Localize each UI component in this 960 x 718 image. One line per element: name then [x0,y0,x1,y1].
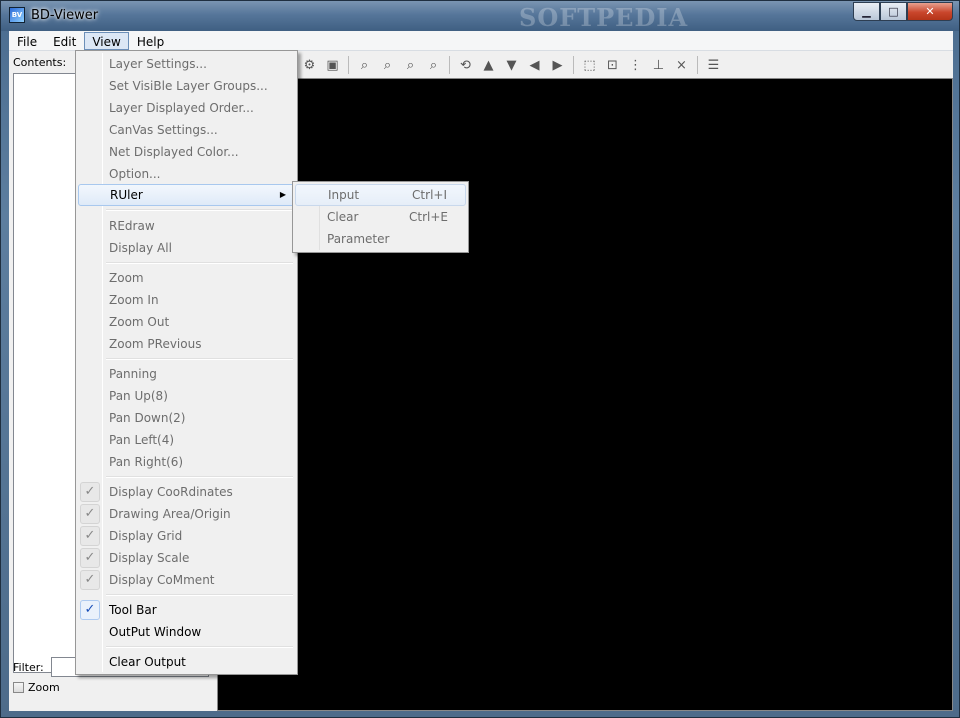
menu-bar: File Edit View Help [9,31,953,51]
menu-file[interactable]: File [9,32,45,50]
x1-icon[interactable]: × [671,55,692,75]
menu-item-redraw[interactable]: REdraw [78,215,295,237]
menu-edit[interactable]: Edit [45,32,84,50]
menu-item-display-grid[interactable]: ✓ Display Grid [78,525,295,547]
toolbar-separator [449,56,450,74]
submenu-item-input[interactable]: Input Ctrl+I [295,184,466,206]
zoom-checkbox[interactable] [13,682,24,693]
check-icon: ✓ [80,548,100,568]
menu-item-pan-left[interactable]: Pan Left(4) [78,429,295,451]
zoom-checkbox-row[interactable]: Zoom [13,681,60,694]
area-icon[interactable]: ⊡ [602,55,623,75]
toolbar-separator [348,56,349,74]
settings-icon[interactable]: ⚙ [299,55,320,75]
menu-separator [106,594,293,596]
zoom-in-icon[interactable]: ⌕ [377,55,398,75]
menu-separator [106,646,293,648]
menu-item-pan-down[interactable]: Pan Down(2) [78,407,295,429]
toolbar-separator [697,56,698,74]
menu-separator [106,358,293,360]
title-bar[interactable]: BV BD-Viewer SOFTPEDIA ▁ □ ✕ [1,1,959,32]
menu-separator [106,262,293,264]
pan-down-icon[interactable]: ▼ [501,55,522,75]
menu-item-label: Tool Bar [109,603,157,617]
check-icon: ✓ [80,504,100,524]
menu-item-clear-output[interactable]: Clear Output [78,651,295,673]
menu-item-pan-right[interactable]: Pan Right(6) [78,451,295,473]
menu-item-option[interactable]: Option... [78,163,295,185]
menu-item-ruler[interactable]: RUler ▶ [78,184,295,206]
menu-item-zoom-out[interactable]: Zoom Out [78,311,295,333]
menu-help[interactable]: Help [129,32,172,50]
minimize-button[interactable]: ▁ [853,2,880,21]
menu-item-drawing-area-origin[interactable]: ✓ Drawing Area/Origin [78,503,295,525]
pan-left-icon[interactable]: ◀ [524,55,545,75]
submenu-item-label: Clear [327,210,359,224]
submenu-item-parameter[interactable]: Parameter [295,228,466,250]
menu-item-display-comment[interactable]: ✓ Display CoMment [78,569,295,591]
ruler-submenu: Input Ctrl+I Clear Ctrl+E Parameter [292,181,469,253]
menu-item-layer-displayed-order[interactable]: Layer Displayed Order... [78,97,295,119]
select-icon[interactable]: ⬚ [579,55,600,75]
comment-icon[interactable]: ☰ [703,55,724,75]
zoom-previous-icon[interactable]: ⌕ [423,55,444,75]
shortcut-label: Ctrl+E [409,210,448,224]
check-icon: ✓ [80,482,100,502]
menu-item-output-window[interactable]: OutPut Window [78,621,295,643]
check-icon: ✓ [80,600,100,620]
submenu-item-label: Parameter [327,232,390,246]
check-icon: ✓ [80,570,100,590]
menu-item-display-coordinates[interactable]: ✓ Display CooRdinates [78,481,295,503]
maximize-button[interactable]: □ [880,2,907,21]
softpedia-watermark: SOFTPEDIA [519,3,689,32]
view-menu-dropdown: Layer Settings... Set VisiBle Layer Grou… [75,50,298,675]
submenu-item-label: Input [328,188,360,202]
close-button[interactable]: ✕ [907,2,953,21]
menu-item-ruler-label: RUler [110,188,143,202]
menu-item-label: Display Grid [109,529,183,543]
drawing-canvas[interactable] [217,78,953,711]
menu-view[interactable]: View [84,31,129,50]
menu-item-tool-bar[interactable]: ✓ Tool Bar [78,599,295,621]
menu-item-display-all[interactable]: Display All [78,237,295,259]
menu-item-layer-settings[interactable]: Layer Settings... [78,53,295,75]
layer-icon[interactable]: ▣ [322,55,343,75]
submenu-item-clear[interactable]: Clear Ctrl+E [295,206,466,228]
menu-separator [106,209,293,211]
window-title: BD-Viewer [31,8,99,23]
check-icon: ✓ [80,526,100,546]
zoom-icon[interactable]: ⌕ [354,55,375,75]
menu-item-label: Display CoMment [109,573,215,587]
menu-item-label: Display Scale [109,551,190,565]
toolbar-separator [573,56,574,74]
menu-item-label: Display CooRdinates [109,485,233,499]
menu-item-zoom[interactable]: Zoom [78,267,295,289]
pan-up-icon[interactable]: ▲ [478,55,499,75]
menu-item-display-scale[interactable]: ✓ Display Scale [78,547,295,569]
shortcut-label: Ctrl+I [412,188,447,202]
menu-item-panning[interactable]: Panning [78,363,295,385]
menu-separator [106,476,293,478]
zoom-out-icon[interactable]: ⌕ [400,55,421,75]
contents-label: Contents: [13,56,67,69]
pan-right-icon[interactable]: ▶ [547,55,568,75]
scale-icon[interactable]: ⊥ [648,55,669,75]
submenu-arrow-icon: ▶ [279,190,286,199]
filter-label: Filter: [13,661,44,674]
menu-item-zoom-in[interactable]: Zoom In [78,289,295,311]
toolbar: ⚙ ▣ ⌕ ⌕ ⌕ ⌕ ⟲ ▲ ▼ ◀ ▶ ⬚ ⊡ ⋮ ⊥ × ☰ [295,53,953,77]
menu-item-set-visible-layer-groups[interactable]: Set VisiBle Layer Groups... [78,75,295,97]
menu-item-label: Drawing Area/Origin [109,507,231,521]
redraw-icon[interactable]: ⟲ [455,55,476,75]
menu-item-pan-up[interactable]: Pan Up(8) [78,385,295,407]
menu-item-net-displayed-color[interactable]: Net Displayed Color... [78,141,295,163]
menu-item-zoom-previous[interactable]: Zoom PRevious [78,333,295,355]
app-icon[interactable]: BV [9,7,25,23]
menu-item-canvas-settings[interactable]: CanVas Settings... [78,119,295,141]
grid-icon[interactable]: ⋮ [625,55,646,75]
zoom-checkbox-label: Zoom [28,681,60,694]
